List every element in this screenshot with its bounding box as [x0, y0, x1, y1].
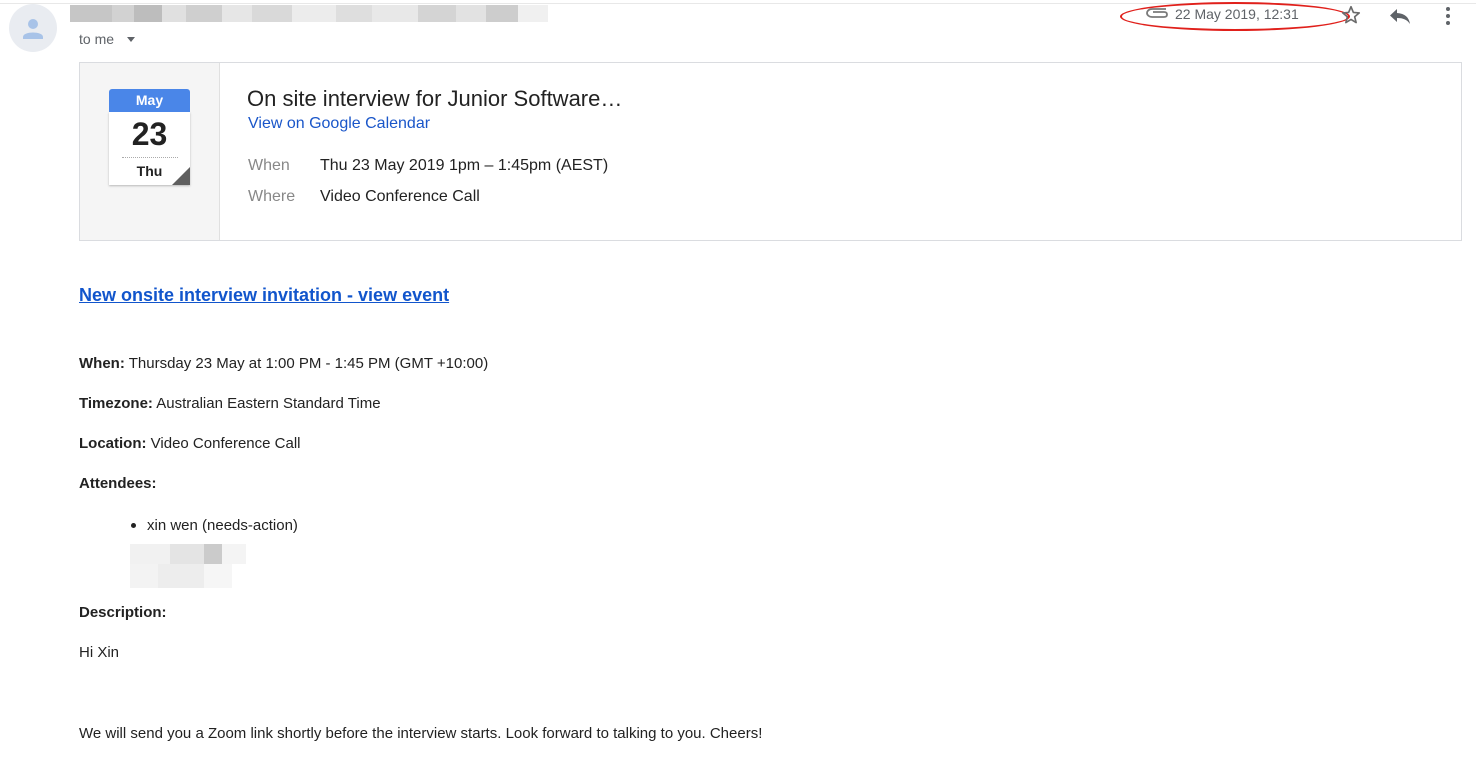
datetime-highlight-annotation	[1120, 2, 1350, 31]
body-timezone-label: Timezone:	[79, 395, 153, 412]
description-heading: Description:	[79, 604, 167, 621]
event-when-label: When	[248, 157, 290, 174]
body-when-label: When:	[79, 355, 125, 372]
redacted-attendee	[130, 540, 246, 590]
body-when-row: When: Thursday 23 May at 1:00 PM - 1:45 …	[79, 355, 488, 372]
event-when-value: Thu 23 May 2019 1pm – 1:45pm (AEST)	[320, 157, 609, 174]
calendar-day: 23	[131, 116, 168, 152]
body-greeting: Hi Xin	[79, 644, 120, 661]
body-timezone-value: Australian Eastern Standard Time	[156, 395, 381, 412]
chevron-down-icon[interactable]	[127, 37, 135, 42]
body-location-row: Location: Video Conference Call	[79, 435, 301, 452]
view-on-google-calendar-link[interactable]: View on Google Calendar	[248, 115, 430, 133]
list-bullet	[131, 523, 136, 528]
calendar-month: May	[109, 89, 190, 112]
view-event-link[interactable]: New onsite interview invitation - view e…	[79, 285, 449, 306]
calendar-page-fold	[172, 167, 190, 185]
more-vert-icon[interactable]	[1440, 5, 1456, 32]
avatar-icon	[23, 19, 43, 39]
recipient-label: to me	[79, 31, 115, 47]
redacted-sender	[70, 5, 548, 22]
reply-icon[interactable]	[1388, 6, 1412, 31]
body-when-value: Thursday 23 May at 1:00 PM - 1:45 PM (GM…	[128, 355, 489, 372]
body-location-label: Location:	[79, 435, 147, 452]
body-location-value: Video Conference Call	[150, 435, 301, 452]
attendee-item: xin wen (needs-action)	[147, 517, 298, 534]
sender-avatar[interactable]	[9, 4, 57, 52]
event-title: On site interview for Junior Software…	[247, 86, 623, 111]
attendees-heading: Attendees:	[79, 475, 157, 492]
body-attendees-label: Attendees:	[79, 475, 157, 492]
body-description-label: Description:	[79, 604, 167, 621]
body-timezone-row: Timezone: Australian Eastern Standard Ti…	[79, 395, 381, 412]
body-message: We will send you a Zoom link shortly bef…	[79, 725, 763, 742]
event-where-value: Video Conference Call	[320, 188, 480, 205]
event-where-label: Where	[248, 188, 296, 205]
calendar-divider	[122, 157, 178, 158]
star-icon[interactable]	[1340, 4, 1362, 31]
